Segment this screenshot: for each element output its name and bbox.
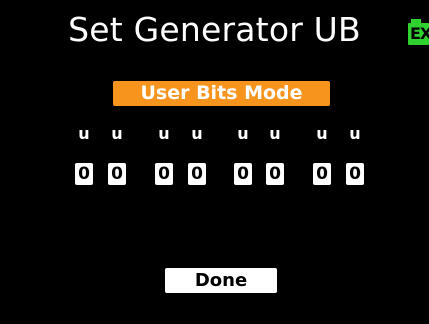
battery-icon: EX [408,19,429,45]
user-bit-digit-field[interactable]: 0 [234,163,252,185]
user-bit-digit-field[interactable]: 0 [313,163,331,185]
user-bit-digit-field[interactable]: 0 [346,163,364,185]
screen-title: Set Generator UB [68,10,361,49]
user-bit-label: u [237,124,249,143]
user-bit-label: u [269,124,281,143]
user-bit-label: u [316,124,328,143]
done-button[interactable]: Done [165,268,277,293]
user-bits-mode-button[interactable]: User Bits Mode [113,81,330,106]
user-bit-digit-field[interactable]: 0 [266,163,284,185]
battery-label: EX [410,24,429,43]
user-bit-digit-field[interactable]: 0 [155,163,173,185]
user-bit-label: u [191,124,203,143]
user-bit-label: u [78,124,90,143]
user-bit-label: u [111,124,123,143]
user-bit-label: u [349,124,361,143]
user-bit-digit-field[interactable]: 0 [188,163,206,185]
user-bit-digit-field[interactable]: 0 [75,163,93,185]
user-bit-label: u [158,124,170,143]
user-bit-digit-field[interactable]: 0 [108,163,126,185]
